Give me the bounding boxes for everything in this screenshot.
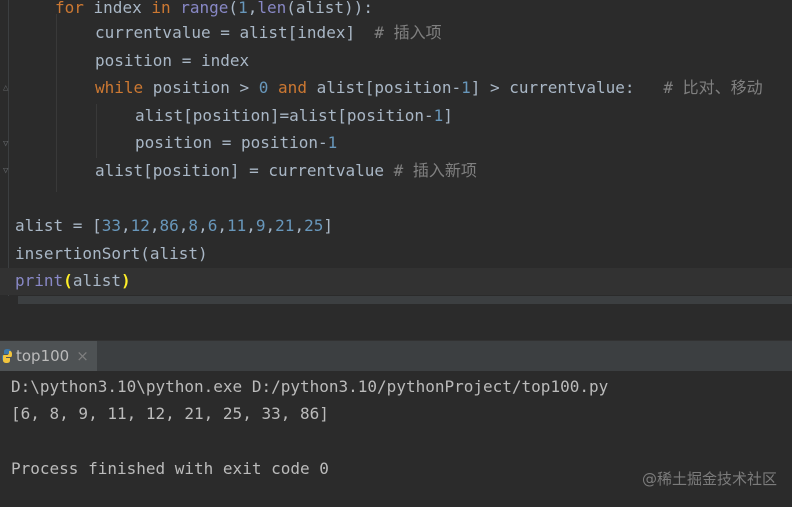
code-text: alist	[72, 271, 121, 290]
code-text: ,	[120, 216, 131, 235]
code-text: ]	[443, 106, 453, 125]
fold-icon[interactable]: ▽	[3, 167, 12, 176]
code-text: ]	[323, 216, 333, 235]
number: 25	[304, 216, 324, 235]
code-line: currentvalue = alist[index] # 插入项	[95, 19, 442, 46]
comment: # 插入新项	[383, 161, 477, 180]
number: 11	[226, 216, 247, 235]
builtin: print	[15, 271, 64, 290]
number: 86	[159, 216, 179, 235]
code-line: insertionSort(alist)	[15, 240, 208, 267]
code-text: ] > currentvalue:	[470, 78, 635, 97]
number: 8	[188, 216, 199, 235]
comment: # 比对、移动	[634, 78, 763, 97]
code-line: alist[position]=alist[position-1]	[135, 102, 453, 129]
number: 1	[433, 106, 444, 125]
code-text: position >	[143, 78, 259, 97]
brace-match: )	[120, 271, 131, 290]
number-list: 33,12,86,8,6,11,9,21,25	[102, 216, 324, 235]
keyword: for	[55, 0, 84, 17]
code-text: ,	[217, 216, 227, 235]
number: 0	[258, 78, 269, 97]
console-line-command: D:\python3.10\python.exe D:/python3.10/p…	[11, 377, 609, 396]
horizontal-scrollbar[interactable]	[18, 296, 792, 304]
fold-icon[interactable]: ▽	[3, 140, 12, 149]
watermark: @稀土掘金技术社区	[641, 470, 777, 488]
code-line-for: for index in range(1,len(alist)):	[55, 0, 373, 21]
fold-icon[interactable]: △	[3, 84, 12, 93]
python-icon	[2, 349, 12, 363]
brace-match: (	[63, 271, 73, 290]
number: 12	[130, 216, 150, 235]
code-text: (alist)):	[286, 0, 373, 17]
number: 1	[327, 133, 338, 152]
tab-label: top100	[16, 347, 70, 365]
keyword: while	[95, 78, 144, 97]
builtin: range	[180, 0, 229, 17]
code-line: position = position-1	[135, 129, 337, 156]
code-text: currentvalue = alist[index]	[95, 23, 356, 42]
code-text: (	[228, 0, 239, 17]
code-text: ,	[247, 0, 258, 17]
number: 1	[238, 0, 248, 17]
code-editor[interactable]: △ ▽ ▽ for index in range(1,len(alist)): …	[0, 0, 792, 296]
code-text: alist[position-	[306, 78, 462, 97]
code-text: ,	[149, 216, 160, 235]
keyword: and	[278, 78, 307, 97]
console-line-exit: Process finished with exit code 0	[11, 459, 329, 478]
code-text: insertionSort(alist)	[15, 244, 208, 263]
code-text: alist = [	[15, 216, 102, 235]
indent-guide	[56, 14, 57, 192]
code-text: position = position-	[135, 133, 328, 152]
number: 21	[275, 216, 295, 235]
code-text: ,	[178, 216, 189, 235]
code-line-alist: alist = [33,12,86,8,6,11,9,21,25]	[15, 212, 333, 239]
code-text: ,	[294, 216, 305, 235]
code-text: ,	[198, 216, 208, 235]
keyword: in	[151, 0, 171, 17]
code-text: alist[position] = currentvalue	[95, 161, 384, 180]
code-text: ,	[265, 216, 276, 235]
panel-splitter[interactable]	[0, 304, 792, 340]
number: 1	[461, 78, 471, 97]
code-line: position = index	[95, 47, 249, 74]
code-text: alist[position]=alist[position-	[135, 106, 434, 125]
number: 9	[255, 216, 266, 235]
code-text: index	[83, 0, 152, 17]
close-icon[interactable]: ×	[76, 347, 89, 365]
tab-run-top100[interactable]: top100 ×	[0, 341, 97, 371]
builtin: len	[257, 0, 287, 17]
indent-guide	[96, 104, 97, 158]
comment: # 插入项	[355, 23, 442, 42]
number: 33	[101, 216, 121, 235]
code-line-while: while position > 0 and alist[position-1]…	[95, 74, 763, 101]
code-line-print: print(alist)	[15, 267, 131, 294]
code-text: ,	[246, 216, 256, 235]
code-line: alist[position] = currentvalue # 插入新项	[95, 157, 477, 184]
console-line-output: [6, 8, 9, 11, 12, 21, 25, 33, 86]	[11, 404, 329, 423]
run-tool-window-header: top100 ×	[0, 340, 792, 372]
number: 6	[207, 216, 218, 235]
code-text: position = index	[95, 51, 250, 70]
